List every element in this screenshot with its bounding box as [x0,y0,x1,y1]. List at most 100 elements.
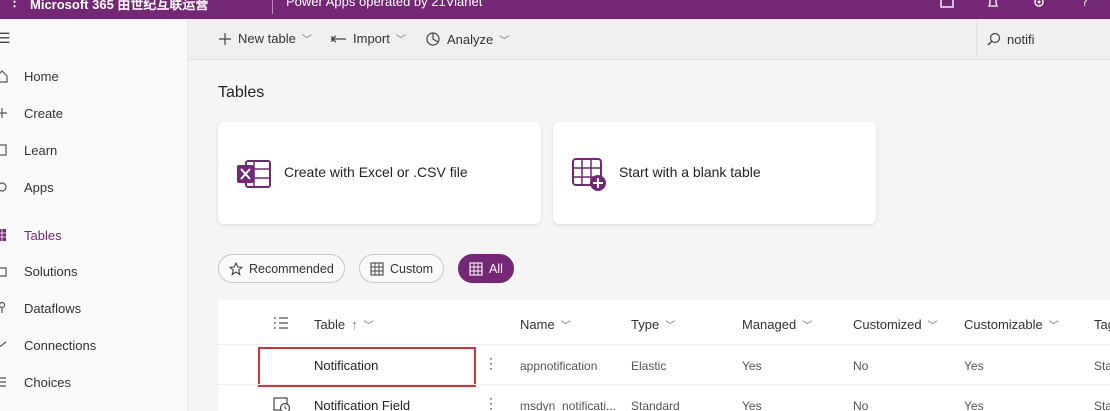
sidebar-item-dataflows[interactable]: Dataflows [0,294,188,324]
column-label: Name [520,317,555,332]
filter-custom[interactable]: Custom [359,254,445,283]
table-logical-name: appnotification [520,359,598,373]
more-options-icon[interactable]: ⋮ [484,355,498,372]
hamburger-menu-icon[interactable]: ☰ [0,30,11,47]
plus-icon [0,108,7,118]
app-launcher-icon[interactable]: ⋮ [8,0,21,10]
settings-icon[interactable] [1032,0,1046,8]
column-label: Managed [742,317,797,332]
home-icon [0,70,8,83]
column-label: Customizable [964,317,1043,332]
column-label: Tag [1094,317,1110,332]
app-title: Microsoft 365 由世纪互联运营 [30,0,209,12]
import-icon [331,35,346,42]
column-label: Customized [853,317,922,332]
table-tag: Sta [1094,399,1110,411]
chevron-down-icon: ﹀ [927,321,938,332]
sidebar-item-apps[interactable]: Apps [0,173,188,203]
search-icon [987,32,1001,46]
left-navigation: ☰ Home Create Learn Apps Tables Solution… [0,19,188,411]
column-header-managed[interactable]: Managed ﹀ [742,317,812,332]
custom-table-icon [370,261,384,276]
table-customizable: Yes [964,399,984,411]
filter-label: All [489,261,503,276]
command-bar: New table ﹀ Import ﹀ Analyze ﹀ notifi [188,19,1110,60]
sidebar-item-create[interactable]: Create [0,99,188,129]
new-table-button[interactable]: New table ﹀ [218,31,312,46]
connection-icon [0,341,7,348]
list-view-icon[interactable] [273,316,289,330]
table-managed: Yes [742,359,762,373]
grid-icon [469,261,483,276]
search-input[interactable]: notifi [1007,32,1034,47]
sidebar-item-connections[interactable]: Connections [0,331,188,361]
column-header-name[interactable]: Name ﹀ [520,317,571,332]
filter-label: Custom [390,261,434,276]
chevron-down-icon: ﹀ [802,321,813,332]
table-display-name[interactable]: Notification Field [314,398,410,411]
column-header-customized[interactable]: Customized ﹀ [853,317,938,332]
table-icon [0,229,6,241]
sidebar-item-tables[interactable]: Tables [0,221,188,251]
table-row[interactable]: Notification Field ⋮ msdyn_notificati...… [218,384,1110,411]
chevron-down-icon: ﹀ [665,321,676,332]
filter-all[interactable]: All [458,254,514,283]
svg-text:?: ? [1082,0,1088,8]
sidebar-item-home[interactable]: Home [0,62,188,92]
new-table-label: New table [238,31,296,46]
sidebar-item-solutions[interactable]: Solutions [0,257,188,287]
environment-title: Power Apps operated by 21Vianet [286,0,483,9]
plus-icon [219,32,231,45]
book-icon [0,144,7,156]
table-managed: Yes [742,399,762,411]
sidebar-item-label: Create [24,106,64,121]
import-button[interactable]: Import ﹀ [331,31,406,46]
create-from-excel-card[interactable]: Create with Excel or .CSV file [218,122,541,224]
card-label: Create with Excel or .CSV file [284,164,468,180]
sidebar-item-label: Tables [24,228,62,243]
help-icon[interactable]: ? [1078,0,1092,8]
table-row[interactable]: Notification ⋮ appnotification Elastic Y… [218,344,1110,387]
title-divider [272,0,273,14]
column-header-type[interactable]: Type ﹀ [631,317,675,332]
table-with-clock-icon [273,397,291,411]
chevron-down-icon: ﹀ [1048,321,1059,332]
page-title: Tables [218,84,265,101]
chevron-down-icon: ﹀ [499,35,510,47]
highlight-box [258,347,476,387]
sort-ascending-icon: ↑ [351,317,358,332]
column-label: Table [314,317,346,332]
chevron-down-icon: ﹀ [560,321,571,332]
sidebar-item-choices[interactable]: Choices [0,368,188,398]
column-header-customizable[interactable]: Customizable ﹀ [964,317,1059,332]
more-options-icon[interactable]: ⋮ [484,395,498,411]
list-icon [0,377,6,387]
excel-icon [237,160,271,188]
environment-icon[interactable] [940,0,954,8]
search-box[interactable]: notifi [976,19,1110,59]
sidebar-item-learn[interactable]: Learn [0,136,188,166]
dataflow-icon [0,301,6,313]
tables-grid: Table ↑ ﹀ Name ﹀ Type ﹀ Managed ﹀ Custom… [218,300,1110,411]
sidebar-item-label: Home [24,69,59,84]
column-header-table[interactable]: Table ↑ ﹀ [314,317,374,332]
sidebar-item-label: Apps [24,180,54,195]
notification-icon[interactable] [986,0,1000,8]
top-bar: ⋮ Microsoft 365 由世纪互联运营 Power Apps opera… [0,0,1110,19]
analyze-label: Analyze [447,31,494,47]
column-header-tag[interactable]: Tag [1094,317,1110,332]
sidebar-item-label: Connections [24,338,97,353]
column-label: Type [631,317,660,332]
sidebar-item-label: Choices [24,375,71,390]
sidebar-item-label: Learn [24,143,58,158]
filter-recommended[interactable]: Recommended [218,254,345,283]
analyze-button[interactable]: Analyze ﹀ [425,31,509,47]
solutions-icon [0,267,7,277]
blank-table-card[interactable]: Start with a blank table [553,122,876,224]
sidebar-item-label: Solutions [24,264,78,279]
table-logical-name: msdyn_notificati... [520,399,617,411]
sidebar-item-label: Dataflows [24,301,82,316]
main-content: Tables Create with Excel or .CSV file St… [188,60,1110,411]
table-tag: Sta [1094,359,1110,373]
import-label: Import [353,31,390,46]
